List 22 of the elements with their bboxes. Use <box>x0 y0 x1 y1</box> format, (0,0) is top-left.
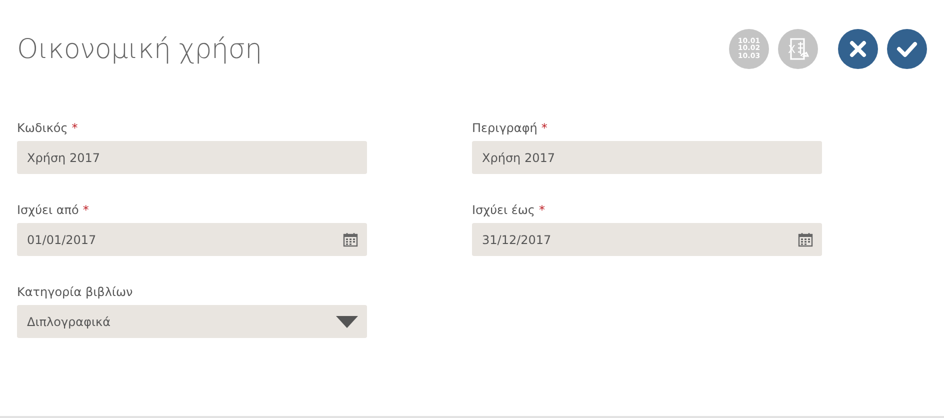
required-mark: * <box>72 121 78 135</box>
cancel-button[interactable] <box>838 29 878 69</box>
close-icon <box>849 40 867 58</box>
required-mark: * <box>82 203 89 217</box>
field-label: Ισχύει έως <box>472 203 535 217</box>
required-mark: * <box>538 203 545 217</box>
field-label: Κωδικός <box>17 121 68 135</box>
page-title: Οικονομική χρήση <box>17 34 262 64</box>
field-label: Κατηγορία βιβλίων <box>17 285 133 299</box>
input-field[interactable]: 31/12/2017 <box>472 223 822 256</box>
dropdown-field[interactable]: Διπλογραφικά <box>17 305 367 338</box>
field-label: Ισχύει από <box>17 203 79 217</box>
input-field[interactable]: Χρήση 2017 <box>472 141 822 174</box>
calendar-icon[interactable] <box>343 232 358 247</box>
checkmark-icon <box>896 40 918 58</box>
dropdown-arrow-icon[interactable] <box>336 316 358 328</box>
field-label: Περιγραφή <box>472 121 538 135</box>
confirm-button[interactable] <box>887 29 927 69</box>
input-field[interactable]: Χρήση 2017 <box>17 141 367 174</box>
calendar-icon[interactable] <box>798 232 813 247</box>
input-field[interactable]: 01/01/2017 <box>17 223 367 256</box>
required-mark: * <box>541 121 548 135</box>
